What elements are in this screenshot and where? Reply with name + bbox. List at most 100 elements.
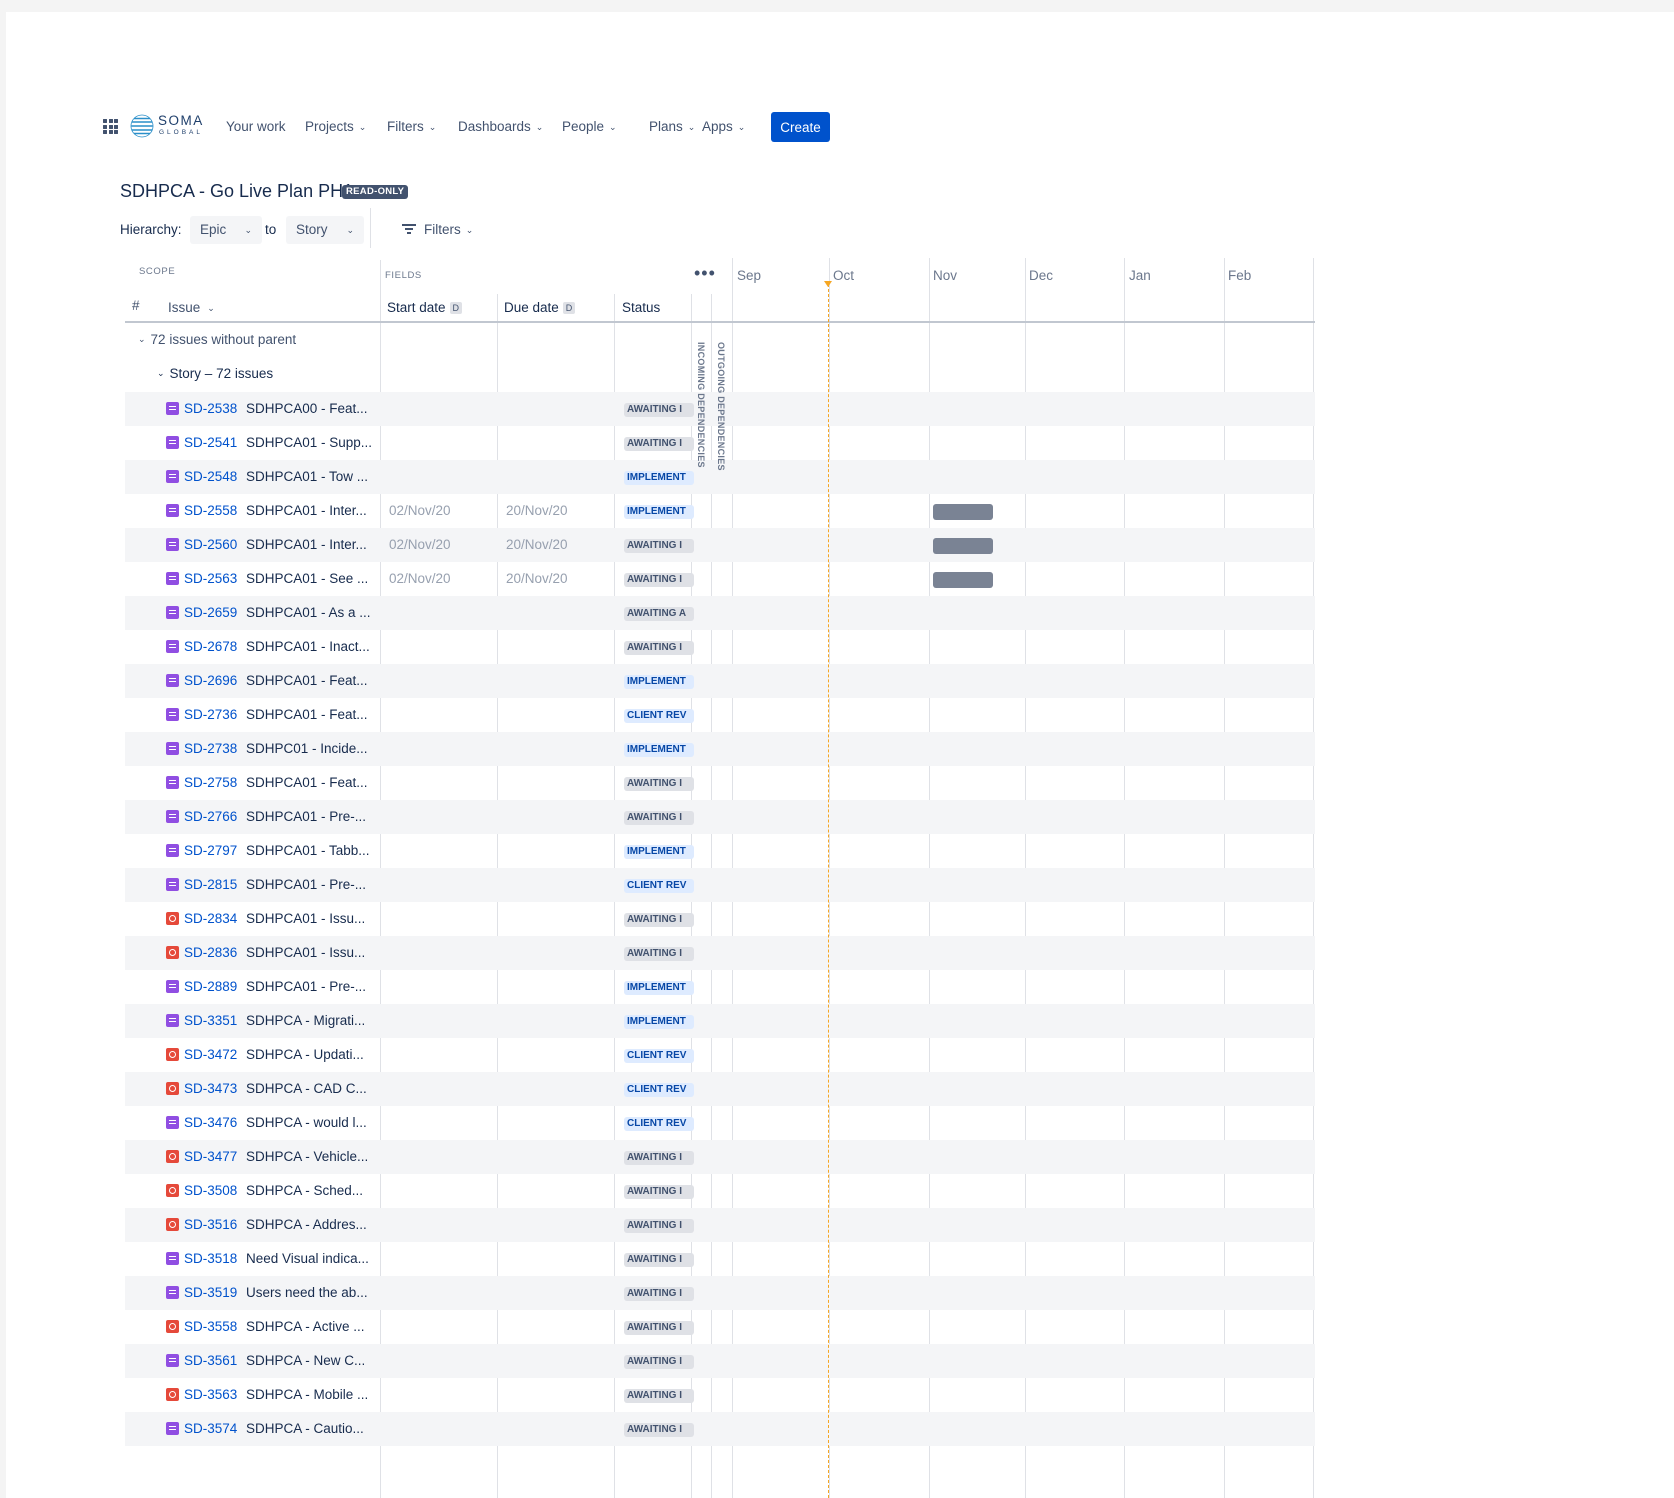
issue-key-link[interactable]: SD-3508 (184, 1183, 237, 1198)
status-lozenge[interactable]: AWAITING I (624, 1355, 694, 1369)
table-row[interactable]: SD-2836 SDHPCA01 - Issu... AWAITING I (125, 936, 1315, 970)
status-lozenge[interactable]: AWAITING I (624, 947, 694, 961)
status-lozenge[interactable]: AWAITING A (624, 607, 694, 621)
table-row[interactable]: SD-3519 Users need the ab... AWAITING I (125, 1276, 1315, 1310)
issue-summary[interactable]: SDHPCA01 - Issu... (246, 911, 365, 926)
status-lozenge[interactable]: AWAITING I (624, 437, 694, 451)
issue-key-link[interactable]: SD-2738 (184, 741, 237, 756)
table-row[interactable]: SD-3561 SDHPCA - New C... AWAITING I (125, 1344, 1315, 1378)
issue-key-link[interactable]: SD-2889 (184, 979, 237, 994)
status-lozenge[interactable]: AWAITING I (624, 1185, 694, 1199)
table-row[interactable]: SD-3351 SDHPCA - Migrati... IMPLEMENT (125, 1004, 1315, 1038)
issue-summary[interactable]: SDHPCA - Cautio... (246, 1421, 364, 1436)
status-lozenge[interactable]: AWAITING I (624, 913, 694, 927)
issue-summary[interactable]: SDHPCA01 - See ... (246, 571, 368, 586)
issue-summary[interactable]: SDHPCA - Addres... (246, 1217, 367, 1232)
issue-summary[interactable]: SDHPCA - Active ... (246, 1319, 365, 1334)
status-lozenge[interactable]: CLIENT REV (624, 879, 694, 893)
issue-summary[interactable]: SDHPCA01 - Pre-... (246, 809, 366, 824)
table-row[interactable]: SD-2558 SDHPCA01 - Inter... 02/Nov/20 20/No… (125, 494, 1315, 528)
issue-key-link[interactable]: SD-2548 (184, 469, 237, 484)
issue-key-link[interactable]: SD-3476 (184, 1115, 237, 1130)
table-row[interactable]: SD-2659 SDHPCA01 - As a ... AWAITING A (125, 596, 1315, 630)
table-row[interactable]: SD-2738 SDHPC01 - Incide... IMPLEMENT (125, 732, 1315, 766)
issue-summary[interactable]: SDHPCA01 - Feat... (246, 707, 368, 722)
status-lozenge[interactable]: CLIENT REV (624, 1083, 694, 1097)
status-lozenge[interactable]: CLIENT REV (624, 1049, 694, 1063)
start-date-header[interactable]: Start date D (387, 300, 463, 315)
table-row[interactable]: SD-2889 SDHPCA01 - Pre-... IMPLEMENT (125, 970, 1315, 1004)
table-row[interactable]: SD-2560 SDHPCA01 - Inter... 02/Nov/20 20/No… (125, 528, 1315, 562)
table-row[interactable]: SD-3476 SDHPCA - would l... CLIENT REV (125, 1106, 1315, 1140)
issue-key-link[interactable]: SD-2736 (184, 707, 237, 722)
due-date-cell[interactable]: 20/Nov/20 (506, 571, 568, 586)
status-lozenge[interactable]: AWAITING I (624, 1389, 694, 1403)
table-row[interactable]: SD-3473 SDHPCA - CAD C... CLIENT REV (125, 1072, 1315, 1106)
table-row[interactable]: SD-2696 SDHPCA01 - Feat... IMPLEMENT (125, 664, 1315, 698)
table-row[interactable]: SD-2766 SDHPCA01 - Pre-... AWAITING I (125, 800, 1315, 834)
timeline-bar[interactable] (933, 538, 993, 554)
issue-summary[interactable]: SDHPCA - Vehicle... (246, 1149, 368, 1164)
table-row[interactable]: SD-2797 SDHPCA01 - Tabb... IMPLEMENT (125, 834, 1315, 868)
issue-summary[interactable]: SDHPCA01 - Inter... (246, 537, 367, 552)
issue-key-link[interactable]: SD-2678 (184, 639, 237, 654)
issue-key-link[interactable]: SD-2558 (184, 503, 237, 518)
issue-summary[interactable]: SDHPC01 - Incide... (246, 741, 368, 756)
status-lozenge[interactable]: AWAITING I (624, 641, 694, 655)
issue-summary[interactable]: SDHPCA01 - Inter... (246, 503, 367, 518)
issue-summary[interactable]: SDHPCA - would l... (246, 1115, 367, 1130)
table-row[interactable]: SD-2758 SDHPCA01 - Feat... AWAITING I (125, 766, 1315, 800)
table-row[interactable]: SD-3558 SDHPCA - Active ... AWAITING I (125, 1310, 1315, 1344)
issue-key-link[interactable]: SD-3558 (184, 1319, 237, 1334)
issue-key-link[interactable]: SD-3563 (184, 1387, 237, 1402)
start-date-cell[interactable]: 02/Nov/20 (389, 503, 451, 518)
issue-summary[interactable]: SDHPCA01 - As a ... (246, 605, 371, 620)
issue-key-link[interactable]: SD-2797 (184, 843, 237, 858)
issue-summary[interactable]: Need Visual indica... (246, 1251, 369, 1266)
issue-key-link[interactable]: SD-3561 (184, 1353, 237, 1368)
status-header[interactable]: Status (622, 300, 660, 315)
status-lozenge[interactable]: AWAITING I (624, 1219, 694, 1233)
start-date-cell[interactable]: 02/Nov/20 (389, 571, 451, 586)
issue-key-link[interactable]: SD-2538 (184, 401, 237, 416)
more-options-icon[interactable]: ••• (694, 263, 716, 284)
issue-key-link[interactable]: SD-3472 (184, 1047, 237, 1062)
issue-key-link[interactable]: SD-3518 (184, 1251, 237, 1266)
status-lozenge[interactable]: AWAITING I (624, 1253, 694, 1267)
issue-summary[interactable]: SDHPCA01 - Inact... (246, 639, 370, 654)
due-date-cell[interactable]: 20/Nov/20 (506, 503, 568, 518)
issue-key-link[interactable]: SD-3574 (184, 1421, 237, 1436)
table-row[interactable]: SD-2834 SDHPCA01 - Issu... AWAITING I (125, 902, 1315, 936)
issue-key-link[interactable]: SD-2541 (184, 435, 237, 450)
status-lozenge[interactable]: AWAITING I (624, 811, 694, 825)
timeline-bar[interactable] (933, 572, 993, 588)
status-lozenge[interactable]: IMPLEMENT (624, 675, 694, 689)
issue-summary[interactable]: SDHPCA - Mobile ... (246, 1387, 368, 1402)
status-lozenge[interactable]: AWAITING I (624, 1287, 694, 1301)
issue-key-link[interactable]: SD-3519 (184, 1285, 237, 1300)
issue-column-header[interactable]: Issue ⌄ (168, 300, 215, 315)
status-lozenge[interactable]: IMPLEMENT (624, 981, 694, 995)
due-date-header[interactable]: Due date D (504, 300, 576, 315)
status-lozenge[interactable]: AWAITING I (624, 1151, 694, 1165)
issue-summary[interactable]: SDHPCA01 - Pre-... (246, 877, 366, 892)
due-date-cell[interactable]: 20/Nov/20 (506, 537, 568, 552)
status-lozenge[interactable]: AWAITING I (624, 403, 694, 417)
issue-summary[interactable]: SDHPCA01 - Feat... (246, 775, 368, 790)
status-lozenge[interactable]: IMPLEMENT (624, 505, 694, 519)
issue-key-link[interactable]: SD-2815 (184, 877, 237, 892)
group-no-parent[interactable]: ⌄ 72 issues without parent (138, 332, 296, 347)
issue-summary[interactable]: SDHPCA - New C... (246, 1353, 365, 1368)
status-lozenge[interactable]: IMPLEMENT (624, 845, 694, 859)
issue-key-link[interactable]: SD-2836 (184, 945, 237, 960)
table-row[interactable]: SD-2815 SDHPCA01 - Pre-... CLIENT REV (125, 868, 1315, 902)
issue-key-link[interactable]: SD-2834 (184, 911, 237, 926)
issue-summary[interactable]: Users need the ab... (246, 1285, 368, 1300)
status-lozenge[interactable]: AWAITING I (624, 573, 694, 587)
issue-summary[interactable]: SDHPCA - Migrati... (246, 1013, 365, 1028)
table-row[interactable]: SD-3472 SDHPCA - Updati... CLIENT REV (125, 1038, 1315, 1072)
issue-key-link[interactable]: SD-3473 (184, 1081, 237, 1096)
status-lozenge[interactable]: IMPLEMENT (624, 1015, 694, 1029)
issue-summary[interactable]: SDHPCA00 - Feat... (246, 401, 368, 416)
table-row[interactable]: SD-3516 SDHPCA - Addres... AWAITING I (125, 1208, 1315, 1242)
